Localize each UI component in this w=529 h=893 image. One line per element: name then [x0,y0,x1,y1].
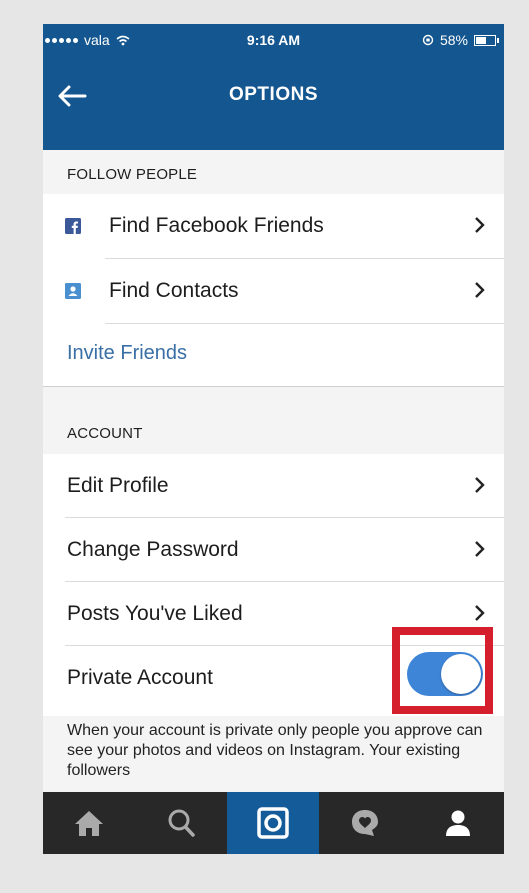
activity-icon [352,810,378,836]
home-icon [75,811,103,836]
facebook-icon [65,218,81,234]
battery-label: 58% [439,32,468,48]
edit-profile-label: Edit Profile [67,474,169,497]
contacts-icon [65,283,81,299]
account-header: ACCOUNT [67,425,143,442]
profile-icon [445,810,470,836]
private-account-note: When your account is private only people… [67,722,483,779]
chevron-right-icon [475,477,485,493]
phone-screen: vala 9:16 AM 58% OPTIONS FOLLOW PEOPLE F… [43,24,504,854]
tab-bar [43,792,504,854]
tab-search[interactable] [135,792,227,854]
battery-icon [474,34,499,46]
change-password-label: Change Password [67,538,239,561]
find-contacts-row[interactable]: Find Contacts [43,259,504,323]
orientation-lock-icon [422,34,434,46]
tab-home[interactable] [43,792,135,854]
tab-camera[interactable] [227,792,319,854]
chevron-right-icon [475,605,485,621]
posts-liked-label: Posts You've Liked [67,602,243,625]
status-bar: vala 9:16 AM 58% [43,24,504,62]
invite-friends-link[interactable]: Invite Friends [67,342,187,365]
divider [43,386,504,387]
divider [105,323,504,324]
highlight-box [392,627,493,714]
page-title: OPTIONS [228,84,318,105]
find-facebook-friends-label: Find Facebook Friends [109,214,324,237]
find-facebook-friends-row[interactable]: Find Facebook Friends [43,194,504,258]
chevron-right-icon [475,217,485,233]
nav-bar: OPTIONS [43,62,504,150]
camera-icon [257,807,289,839]
search-icon [168,809,195,837]
chevron-right-icon [475,541,485,557]
chevron-right-icon [475,282,485,298]
change-password-row[interactable]: Change Password [43,518,504,582]
follow-people-header: FOLLOW PEOPLE [67,166,198,183]
private-account-label: Private Account [67,666,213,689]
find-contacts-label: Find Contacts [109,279,239,302]
edit-profile-row[interactable]: Edit Profile [43,454,504,518]
status-right: 58% [422,32,499,48]
tab-activity[interactable] [319,792,411,854]
tab-profile[interactable] [411,792,504,854]
